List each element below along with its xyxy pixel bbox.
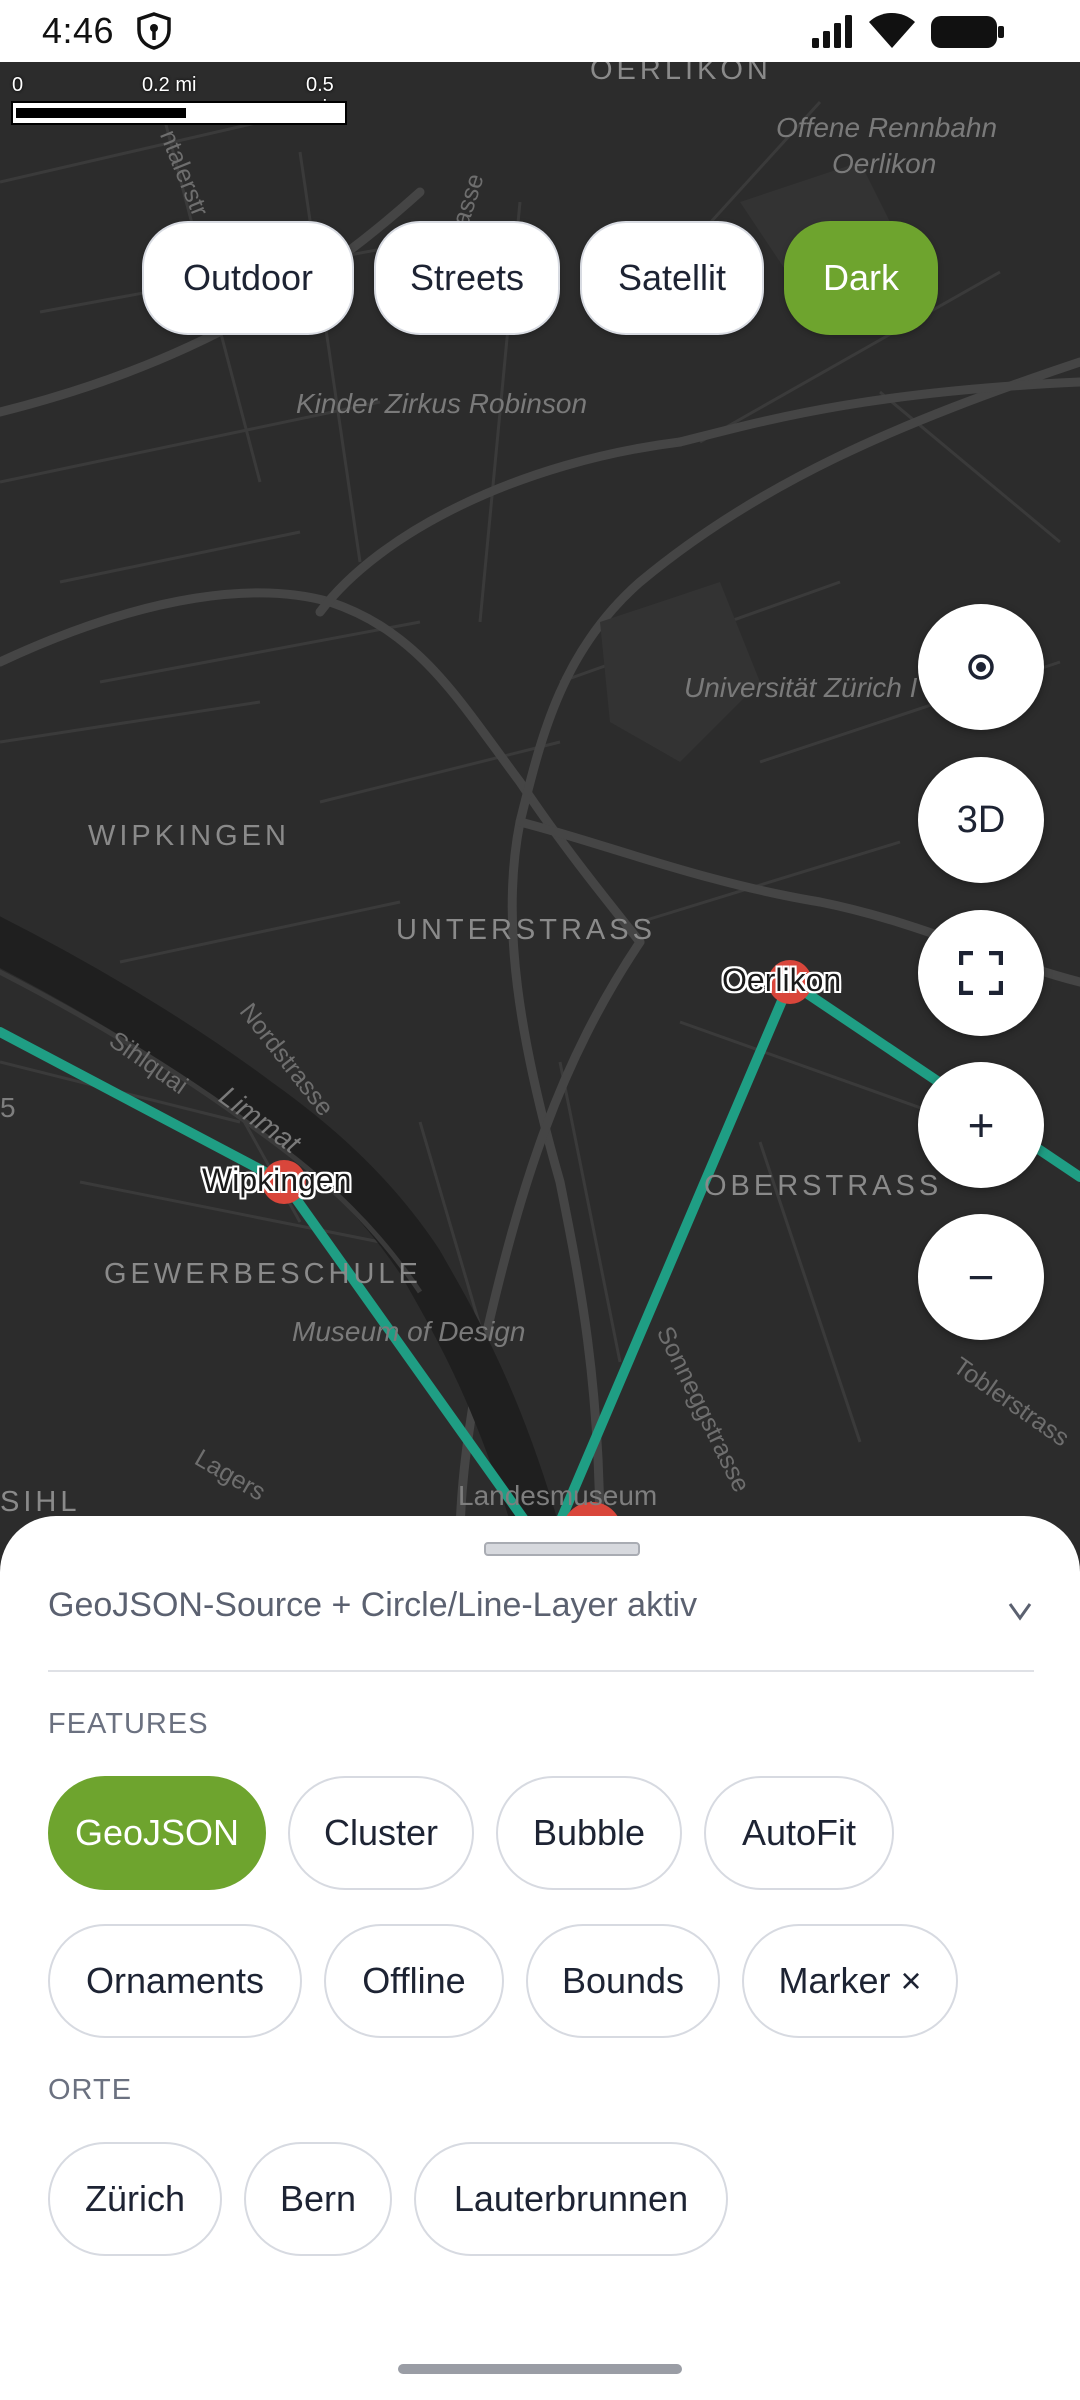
status-bar: 4:46 [0, 0, 1080, 62]
zoom-in-button[interactable]: + [918, 1062, 1044, 1188]
feature-chip-ornaments[interactable]: Ornaments [48, 1924, 302, 2038]
places-section-title: ORTE [48, 2074, 133, 2106]
map-label-oerlikon: OERLIKON [590, 62, 772, 86]
target-icon [968, 654, 994, 680]
feature-chip-geojson[interactable]: GeoJSON [48, 1776, 266, 1890]
style-pill-satellit[interactable]: Satellit [580, 221, 764, 335]
home-indicator[interactable] [398, 2364, 682, 2374]
fullscreen-icon [959, 951, 1003, 995]
battery-icon [931, 16, 1004, 48]
map-label-edge: 5 [0, 1092, 16, 1123]
map-label-oberstrass: OBERSTRASS [704, 1170, 943, 1202]
map-label-landesmuseum: Landesmuseum [458, 1480, 658, 1511]
features-section-title: FEATURES [48, 1708, 209, 1740]
locate-button[interactable] [918, 604, 1044, 730]
style-pill-outdoor[interactable]: Outdoor [142, 221, 354, 335]
map-label-unterstrass: UNTERSTRASS [396, 914, 656, 946]
layer-status-text: GeoJSON-Source + Circle/Line-Layer aktiv [48, 1586, 698, 1624]
status-row[interactable]: GeoJSON-Source + Circle/Line-Layer aktiv [48, 1586, 1034, 1642]
map-label-wipkingen: WIPKINGEN [88, 820, 290, 852]
zoom-out-button[interactable]: − [918, 1214, 1044, 1340]
style-pill-streets[interactable]: Streets [374, 221, 560, 335]
divider [48, 1670, 1034, 1672]
map-label-sihl: SIHL [0, 1486, 81, 1518]
zoom-out-label: − [967, 1251, 995, 1303]
toggle-3d-label: 3D [956, 798, 1006, 841]
place-chip-bern[interactable]: Bern [244, 2142, 392, 2256]
map-label-museum: Museum of Design [292, 1316, 526, 1347]
feature-chip-marker[interactable]: Marker × [742, 1924, 958, 2038]
station-label-oerlikon[interactable]: Oerlikon [722, 962, 841, 999]
map-label-rennbahn-sub: Oerlikon [832, 148, 937, 179]
map-label-gewerbeschule: GEWERBESCHULE [104, 1258, 422, 1290]
map-label-rennbahn: Offene Rennbahn [776, 112, 998, 143]
feature-chip-offline[interactable]: Offline [324, 1924, 504, 2038]
map-label-kinder-zirkus: Kinder Zirkus Robinson [296, 388, 588, 419]
place-chip-lauterbrunnen[interactable]: Lauterbrunnen [414, 2142, 728, 2256]
station-label-wipkingen[interactable]: Wipkingen [202, 1162, 351, 1199]
status-time: 4:46 [42, 10, 115, 51]
feature-chip-bubble[interactable]: Bubble [496, 1776, 682, 1890]
style-pill-dark[interactable]: Dark [784, 221, 938, 335]
scale-bar-graphic [11, 101, 347, 125]
scale-tick-0: 0 [12, 74, 24, 96]
bottom-sheet: GeoJSON-Source + Circle/Line-Layer aktiv… [0, 1516, 1080, 2400]
toggle-3d-button[interactable]: 3D [918, 757, 1044, 883]
place-chip-zuerich[interactable]: Zürich [48, 2142, 222, 2256]
feature-chip-autofit[interactable]: AutoFit [704, 1776, 894, 1890]
feature-chip-cluster[interactable]: Cluster [288, 1776, 474, 1890]
map-label-universitaet: Universität Zürich I [684, 672, 918, 703]
signal-icon [812, 15, 852, 48]
shield-icon [137, 12, 171, 50]
map-style-switcher: Outdoor Streets Satellit Dark [0, 221, 1080, 337]
zoom-in-label: + [967, 1099, 995, 1151]
sheet-drag-handle[interactable] [484, 1542, 640, 1556]
chevron-down-icon[interactable] [1006, 1590, 1034, 1630]
fullscreen-button[interactable] [918, 910, 1044, 1036]
wifi-icon [869, 13, 915, 48]
scale-bar: 0 0.2 mi 0.5 mi [10, 74, 350, 130]
scale-tick-02: 0.2 mi [142, 74, 197, 96]
feature-chip-bounds[interactable]: Bounds [526, 1924, 720, 2038]
